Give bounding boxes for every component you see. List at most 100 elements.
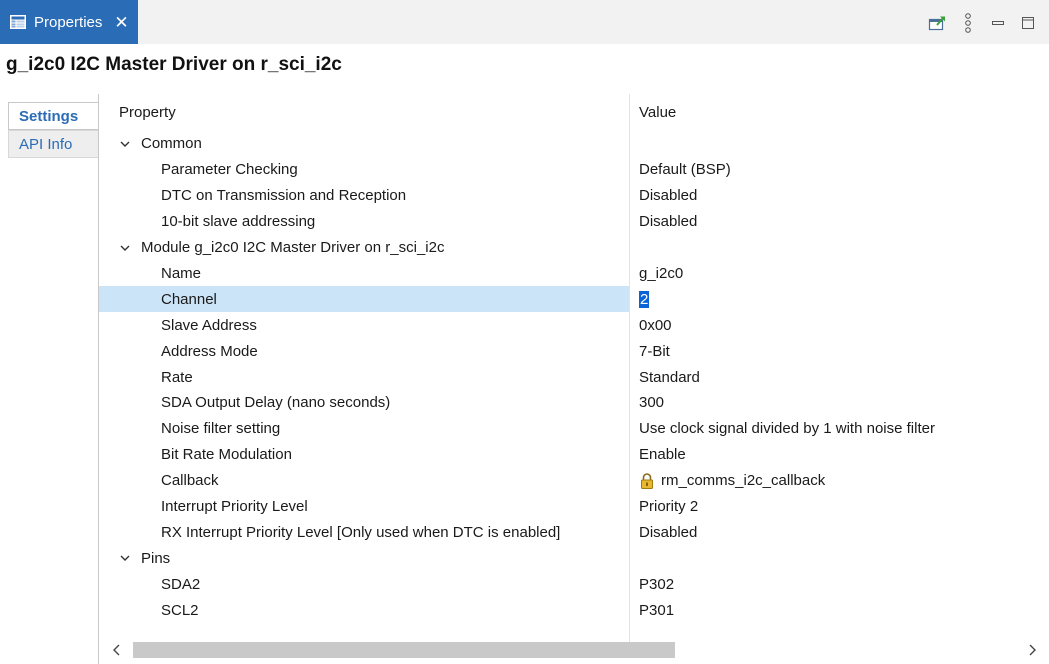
property-value: P301 [639, 601, 675, 619]
lock-icon [641, 472, 653, 489]
property-label: Pins [141, 549, 171, 567]
export-icon[interactable] [927, 12, 949, 34]
value-cell[interactable]: g_i2c0 [639, 261, 683, 287]
property-value: 7-Bit [639, 342, 670, 360]
column-header-value[interactable]: Value [639, 94, 676, 131]
property-cell[interactable]: SDA2 [99, 571, 629, 597]
property-row-rate[interactable]: Rate Standard [99, 364, 1049, 390]
maximize-icon[interactable] [1017, 12, 1039, 34]
property-row-noise-filter-setting[interactable]: Noise filter setting Use clock signal div… [99, 416, 1049, 442]
properties-table-icon [10, 15, 26, 29]
property-label: 10-bit slave addressing [161, 213, 316, 231]
scrollbar-thumb[interactable] [133, 642, 675, 658]
property-row-interrupt-priority-level[interactable]: Interrupt Priority Level Priority 2 [99, 494, 1049, 520]
property-group-pins[interactable]: Pins [99, 545, 1049, 571]
property-value: Use clock signal divided by 1 with noise… [639, 420, 935, 438]
value-cell[interactable]: 7-Bit [639, 338, 670, 364]
property-cell[interactable]: SDA Output Delay (nano seconds) [99, 390, 629, 416]
property-label: DTC on Transmission and Reception [161, 187, 407, 205]
property-row-rx-interrupt-priority-level-only-used-when-dtc-is-enabled[interactable]: RX Interrupt Priority Level [Only used w… [99, 520, 1049, 546]
value-cell[interactable]: Enable [639, 442, 686, 468]
property-row-10-bit-slave-addressing[interactable]: 10-bit slave addressing Disabled [99, 209, 1049, 235]
properties-tab-label: Properties [34, 13, 103, 31]
property-group-module-g-i2c0-i2c-master-driver-on-r-sci-i2c[interactable]: Module g_i2c0 I2C Master Driver on r_sci… [99, 235, 1049, 261]
property-row-parameter-checking[interactable]: Parameter Checking Default (BSP) [99, 157, 1049, 183]
property-cell[interactable]: SCL2 [99, 597, 629, 623]
minimize-icon[interactable] [987, 12, 1009, 34]
property-row-address-mode[interactable]: Address Mode 7-Bit [99, 338, 1049, 364]
property-cell[interactable]: Name [99, 261, 629, 287]
horizontal-scrollbar[interactable] [99, 639, 1049, 661]
view-tab-bar: Properties ✕ [0, 0, 1049, 44]
property-value: Priority 2 [639, 498, 699, 516]
value-cell[interactable]: Use clock signal divided by 1 with noise… [639, 416, 935, 442]
properties-view-tab[interactable]: Properties ✕ [0, 0, 138, 44]
property-cell[interactable]: RX Interrupt Priority Level [Only used w… [99, 520, 629, 546]
property-row-sda-output-delay-nano-seconds[interactable]: SDA Output Delay (nano seconds) 300 [99, 390, 1049, 416]
property-cell[interactable]: Pins [99, 545, 629, 571]
property-row-channel[interactable]: Channel 2 [99, 286, 1049, 313]
property-row-scl2[interactable]: SCL2 P301 [99, 597, 1049, 623]
column-header-property[interactable]: Property [119, 94, 176, 131]
value-cell[interactable]: Disabled [639, 209, 697, 235]
tab-api-info[interactable]: API Info [8, 130, 98, 158]
property-value: Disabled [639, 523, 698, 541]
property-value: Disabled [639, 187, 698, 205]
property-label: Parameter Checking [161, 161, 298, 179]
property-value: rm_comms_i2c_callback [661, 472, 826, 490]
property-cell[interactable]: Common [99, 131, 629, 157]
value-cell[interactable]: Default (BSP) [639, 157, 731, 183]
value-cell[interactable]: P301 [639, 597, 674, 623]
property-value: Default (BSP) [639, 161, 731, 179]
property-label: Slave Address [161, 316, 257, 334]
property-cell[interactable]: Address Mode [99, 338, 629, 364]
property-cell[interactable]: Channel [99, 286, 629, 313]
property-cell[interactable]: Module g_i2c0 I2C Master Driver on r_sci… [99, 235, 629, 261]
property-row-bit-rate-modulation[interactable]: Bit Rate Modulation Enable [99, 442, 1049, 468]
side-tab-list: Settings API Info [0, 96, 98, 664]
value-cell[interactable]: 300 [639, 390, 664, 416]
property-row-slave-address[interactable]: Slave Address 0x00 [99, 312, 1049, 338]
channel-value-editor[interactable]: 2 [639, 290, 650, 308]
property-cell[interactable]: Slave Address [99, 312, 629, 338]
scroll-left-icon[interactable] [109, 642, 125, 658]
value-cell[interactable]: Priority 2 [639, 494, 698, 520]
property-cell[interactable]: Callback [99, 468, 629, 494]
chevron-down-icon[interactable] [119, 242, 131, 254]
property-table: Property Value Common Parameter Checking D… [98, 94, 1049, 664]
value-cell[interactable]: 2 [639, 286, 650, 312]
property-row-callback[interactable]: Callback rm_comms_i2c_callback [99, 468, 1049, 494]
tab-settings[interactable]: Settings [8, 102, 98, 130]
property-cell[interactable]: DTC on Transmission and Reception [99, 183, 629, 209]
property-label: Name [161, 264, 202, 282]
property-label: Noise filter setting [161, 420, 281, 438]
chevron-down-icon[interactable] [119, 138, 131, 150]
property-value: 300 [639, 394, 665, 412]
scroll-right-icon[interactable] [1024, 642, 1040, 658]
value-cell[interactable]: Standard [639, 364, 700, 390]
property-group-common[interactable]: Common [99, 131, 1049, 157]
close-icon[interactable]: ✕ [114, 14, 128, 31]
value-cell[interactable]: Disabled [639, 520, 697, 546]
property-label: Module g_i2c0 I2C Master Driver on r_sci… [141, 239, 445, 257]
property-cell[interactable]: Interrupt Priority Level [99, 494, 629, 520]
property-label: Address Mode [161, 342, 258, 360]
property-cell[interactable]: Bit Rate Modulation [99, 442, 629, 468]
value-cell[interactable]: Disabled [639, 183, 697, 209]
property-label: Callback [161, 472, 219, 490]
property-cell[interactable]: 10-bit slave addressing [99, 209, 629, 235]
property-label: Bit Rate Modulation [161, 446, 292, 464]
chevron-down-icon[interactable] [119, 552, 131, 564]
property-row-name[interactable]: Name g_i2c0 [99, 261, 1049, 287]
property-value: Disabled [639, 213, 698, 231]
property-row-dtc-on-transmission-and-reception[interactable]: DTC on Transmission and Reception Disable… [99, 183, 1049, 209]
value-cell[interactable]: P302 [639, 571, 674, 597]
view-menu-icon[interactable] [957, 12, 979, 34]
property-cell[interactable]: Rate [99, 364, 629, 390]
value-cell[interactable]: 0x00 [639, 312, 672, 338]
property-row-sda2[interactable]: SDA2 P302 [99, 571, 1049, 597]
property-value: Standard [639, 368, 700, 386]
property-cell[interactable]: Noise filter setting [99, 416, 629, 442]
property-cell[interactable]: Parameter Checking [99, 157, 629, 183]
value-cell[interactable]: rm_comms_i2c_callback [639, 468, 825, 494]
